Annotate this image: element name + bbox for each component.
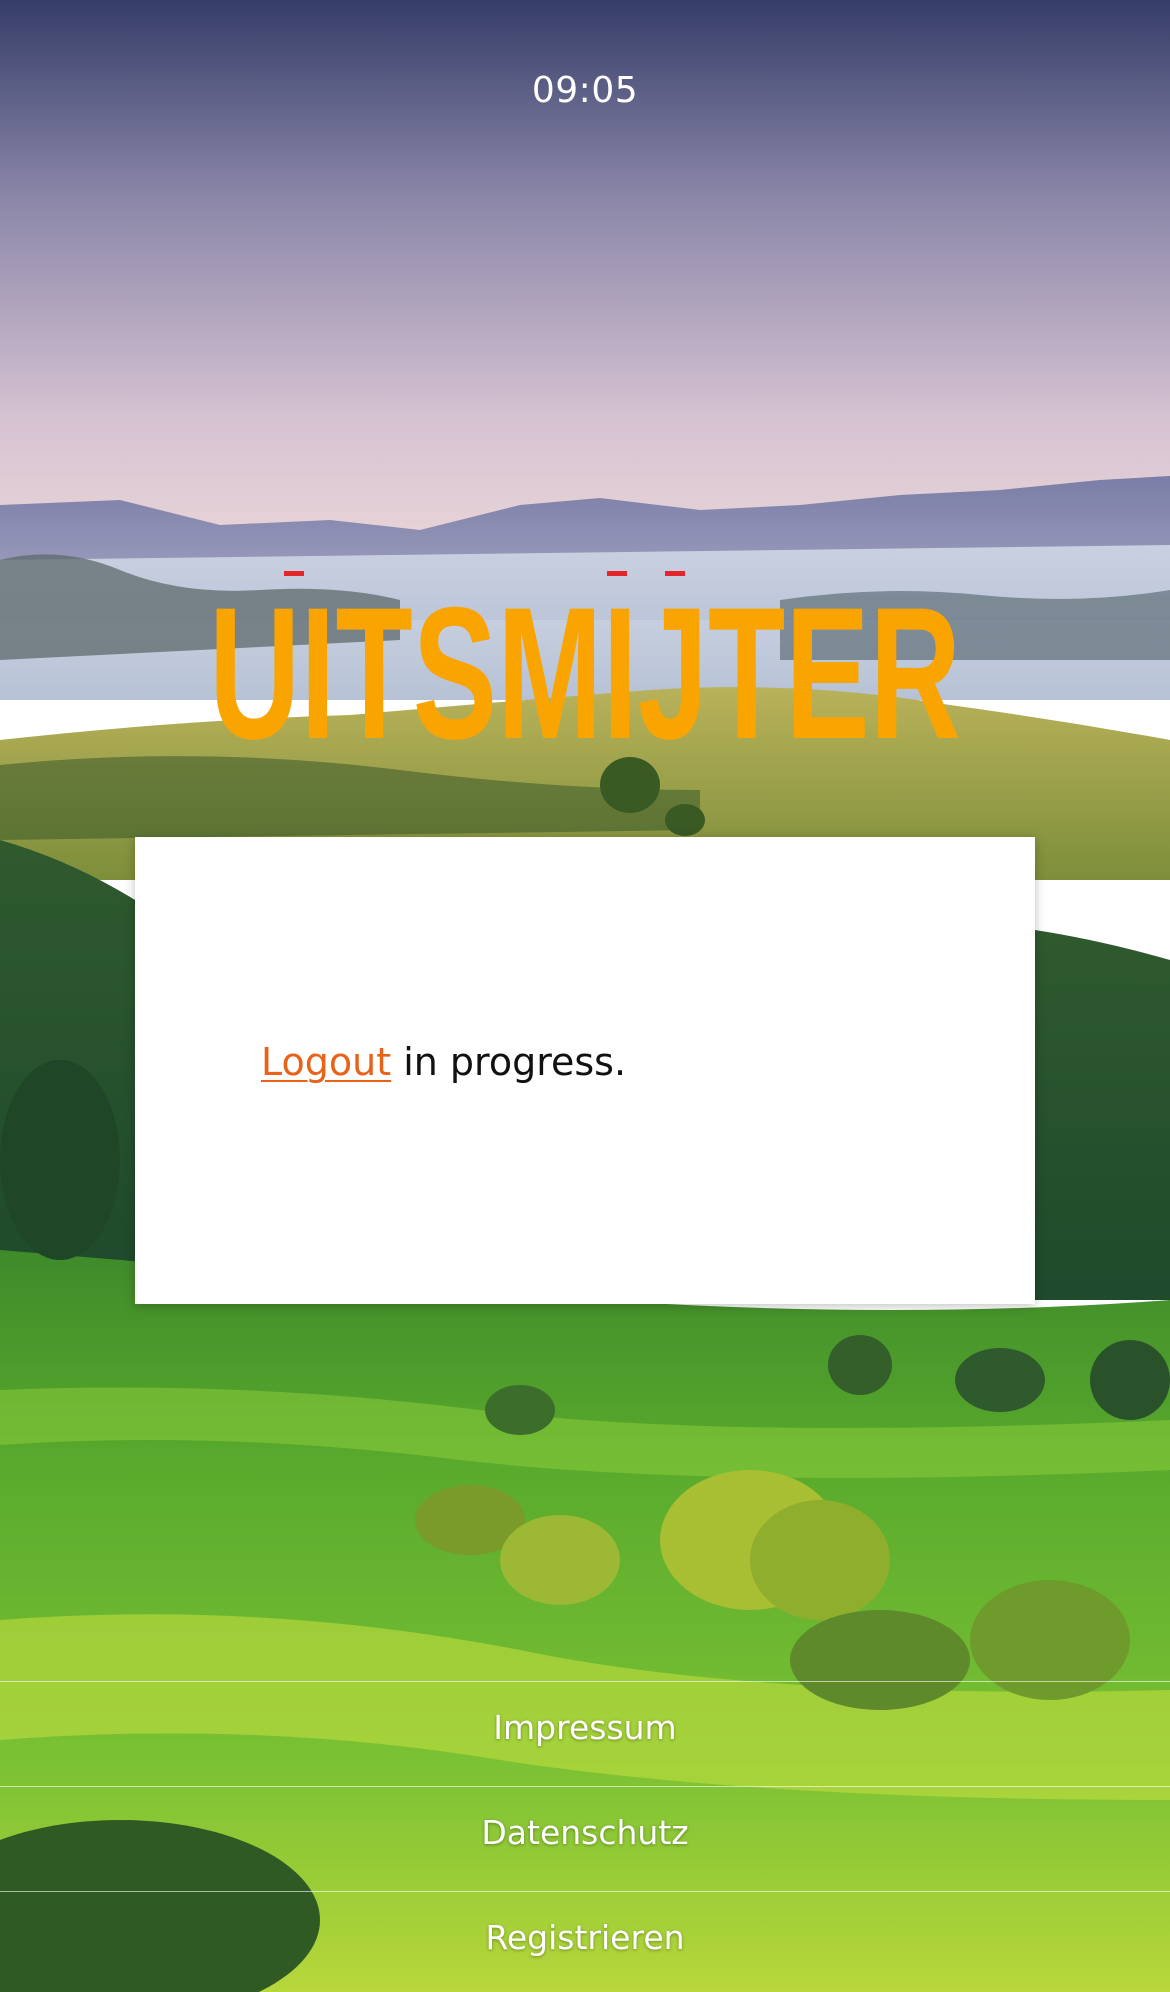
- brand-logo: UITSMIJTER: [0, 555, 1170, 755]
- footer-link-registrieren[interactable]: Registrieren: [0, 1891, 1170, 1992]
- logout-link[interactable]: Logout: [261, 1040, 391, 1084]
- logout-message: Logout in progress.: [261, 1040, 626, 1084]
- footer-link-impressum[interactable]: Impressum: [0, 1681, 1170, 1786]
- brand-logo-text: UITSMIJTER: [209, 568, 961, 755]
- footer-link-datenschutz[interactable]: Datenschutz: [0, 1786, 1170, 1891]
- logout-message-text: in progress.: [391, 1040, 627, 1084]
- logo-accent-mark: [665, 571, 685, 576]
- status-time: 09:05: [531, 70, 639, 111]
- logout-card: Logout in progress.: [135, 837, 1035, 1304]
- logo-accent-mark: [284, 571, 304, 576]
- footer-nav: Impressum Datenschutz Registrieren: [0, 1681, 1170, 1992]
- logo-accent-mark: [607, 571, 627, 576]
